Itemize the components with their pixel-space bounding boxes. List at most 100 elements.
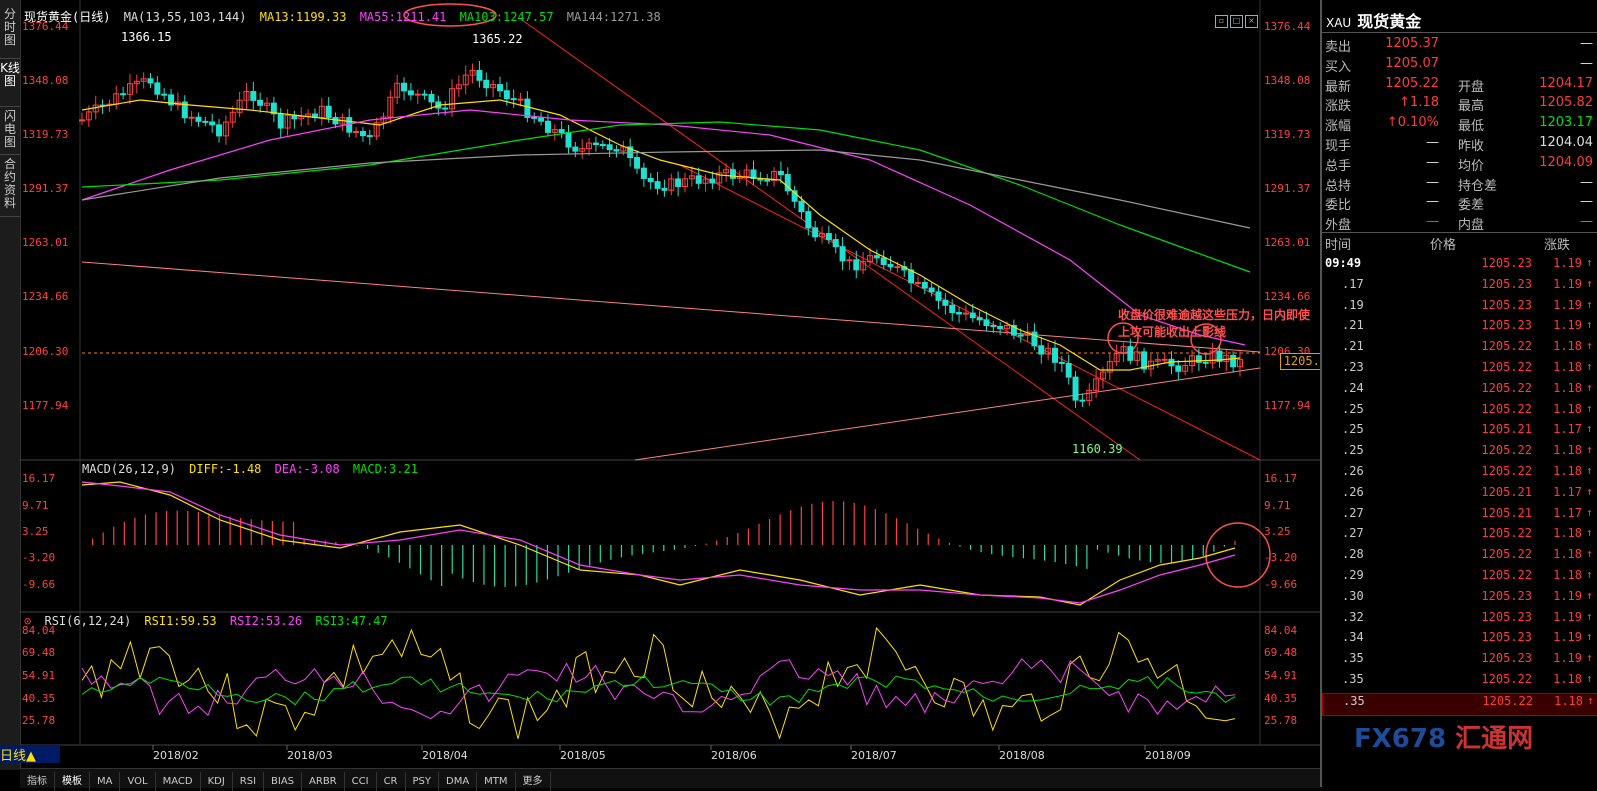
tick-row: .26 1205.21 1.17 ↑	[1322, 485, 1597, 506]
indicator-tab[interactable]: 模板	[55, 772, 90, 791]
quote-value: 1205.07	[1385, 55, 1439, 71]
x-axis-label: 2018/07	[851, 749, 897, 762]
tab-flash-chart[interactable]: 闪电图	[0, 110, 20, 155]
indicator-tab[interactable]: MTM	[477, 772, 516, 791]
candle-body	[805, 211, 812, 229]
x-axis-label: 2018/03	[287, 749, 333, 762]
restore-icon[interactable]: ▫	[1215, 15, 1228, 28]
candle-body	[695, 175, 702, 184]
quote-row: 卖出 1205.37 —	[1322, 36, 1597, 56]
macd-diff: DIFF:-1.48	[189, 462, 262, 476]
close-icon[interactable]: ×	[1245, 15, 1258, 28]
x-axis-label: 2018/05	[560, 749, 606, 762]
indicator-tab[interactable]: RSI	[233, 772, 265, 791]
candle-body	[147, 78, 154, 84]
indicator-tab[interactable]: MA	[90, 772, 121, 791]
tick-change: 1.17	[1553, 505, 1582, 520]
symbol-label: 现货黄金(日线)	[24, 10, 111, 24]
indicator-tab[interactable]: DMA	[439, 772, 478, 791]
candle-body	[613, 149, 620, 152]
rsi-header: ⊙ RSI(6,12,24) RSI1:59.53 RSI2:53.26 RSI…	[24, 614, 394, 628]
quote-row: 现手 — 昨收 1204.04	[1322, 135, 1597, 155]
indicator-tab[interactable]: ARBR	[302, 772, 345, 791]
candle-body	[894, 266, 901, 269]
candle-body	[990, 325, 997, 328]
indicator-tab[interactable]: BIAS	[264, 772, 303, 791]
quote-row: 委比 — 委差 —	[1322, 194, 1597, 214]
indicator-tab[interactable]: CCI	[345, 772, 377, 791]
indicator-tab[interactable]: PSY	[406, 772, 439, 791]
quote-value: 1205.37	[1385, 36, 1439, 51]
quote-key: 买入	[1325, 59, 1352, 75]
candle-body	[887, 264, 894, 268]
candle-body	[825, 233, 832, 241]
candle-body	[928, 287, 935, 293]
tick-row: .23 1205.22 1.18 ↑	[1322, 360, 1597, 381]
quote-value-2: 1203.17	[1539, 115, 1593, 131]
candle-body	[353, 131, 360, 134]
tick-change: 1.18	[1553, 380, 1582, 395]
macd-axis-label: 16.17	[1264, 472, 1297, 485]
tick-row: .32 1205.23 1.19 ↑	[1322, 610, 1597, 631]
indicator-tab[interactable]: VOL	[120, 772, 156, 791]
candle-body	[79, 119, 85, 122]
tick-price: 1205.23	[1481, 276, 1532, 291]
tab-time-chart[interactable]: 分时图	[0, 8, 20, 59]
tab-contract-info[interactable]: 合约资料	[0, 158, 20, 217]
price-axis-label: 1263.01	[1264, 236, 1310, 249]
up-arrow-icon: ↑	[1586, 443, 1593, 457]
indicator-tab[interactable]: 更多	[516, 772, 551, 791]
tick-change: 1.18	[1553, 526, 1582, 541]
macd-axis-label: 9.71	[1264, 499, 1291, 512]
candle-body	[1038, 345, 1045, 355]
candle-body	[976, 317, 983, 321]
quote-row: 涨幅 ↑0.10% 最低 1203.17	[1322, 115, 1597, 135]
candle-body	[517, 98, 524, 101]
chart-canvas[interactable]: 1376.44 1376.441348.08 1348.081319.73 1319.…	[20, 0, 1320, 770]
indicator-tab[interactable]: 指标	[20, 772, 55, 791]
candle-body	[709, 178, 716, 184]
macd-axis-label: 3.25	[22, 525, 49, 538]
tick-time: .28	[1342, 547, 1364, 562]
tick-row: .27 1205.22 1.18 ↑	[1322, 526, 1597, 547]
tick-time: .35	[1342, 672, 1364, 686]
candle-body	[832, 239, 839, 248]
kline-chart-area[interactable]: 1376.44 1376.44 1348.08 1348.08 1319.73 1319.…	[20, 0, 1338, 770]
quote-value-2: 1204.04	[1539, 135, 1593, 150]
price-axis-label: 1348.08	[22, 74, 68, 87]
up-arrow-icon: ↑	[1586, 276, 1593, 290]
tick-price: 1205.22	[1481, 547, 1532, 562]
up-arrow-icon: ↑	[1586, 256, 1593, 269]
indicator-tab[interactable]: KDJ	[201, 772, 233, 791]
candle-body	[538, 117, 545, 122]
quote-key-2: 最低	[1458, 119, 1485, 135]
indicator-tab[interactable]: CR	[377, 772, 406, 791]
candle-body	[956, 312, 963, 315]
candle-body	[997, 326, 1004, 330]
tick-price: 1205.23	[1481, 651, 1532, 666]
tick-price: 1205.22	[1481, 672, 1532, 686]
candle-body	[510, 98, 517, 101]
maximize-icon[interactable]: □	[1230, 15, 1243, 28]
window-buttons: ▫ □ ×	[1215, 8, 1260, 28]
period-selector[interactable]: 日线▲	[0, 745, 60, 764]
quote-value-2: —	[1580, 214, 1593, 230]
macd-axis-label: -3.20	[1264, 551, 1297, 564]
support-line	[634, 367, 1261, 461]
quote-key: 总持	[1325, 178, 1352, 194]
candle-body	[640, 167, 647, 179]
tick-row: .25 1205.22 1.18 ↑	[1322, 402, 1597, 423]
tab-kline-chart[interactable]: K线图	[0, 62, 20, 107]
up-arrow-icon: ↑	[1586, 297, 1593, 311]
tick-price: 1205.21	[1481, 422, 1532, 437]
candle-body	[873, 255, 880, 259]
candle-body	[647, 177, 654, 183]
quote-value: ↑1.18	[1399, 95, 1439, 111]
rsi2-line	[81, 658, 1236, 720]
tick-change: 1.19	[1553, 256, 1582, 270]
candle-body	[202, 120, 209, 123]
ma103-line	[81, 121, 1251, 273]
indicator-tab[interactable]: MACD	[156, 772, 201, 791]
ma55-line	[81, 109, 1246, 346]
candle-body	[839, 246, 846, 262]
